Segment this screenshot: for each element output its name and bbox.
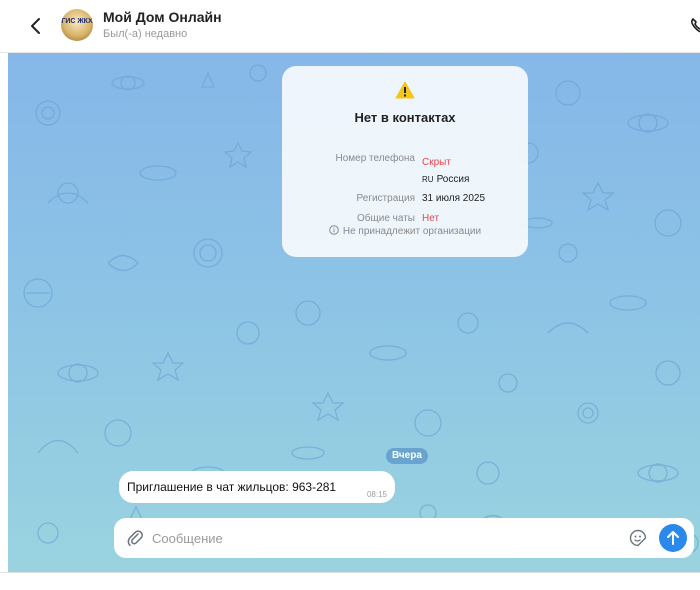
sticker-button[interactable]	[629, 529, 647, 547]
country-value: RU Россия	[422, 174, 469, 185]
chevron-left-icon	[31, 18, 40, 34]
message-time: 08:15	[366, 490, 387, 499]
common-chats-label: Общие чаты	[357, 213, 415, 224]
contact-info-card: Нет в контактах Номер телефона Скрыт RU Р…	[282, 66, 528, 257]
flag-ru-icon: RU	[422, 175, 434, 184]
phone-label: Номер телефона	[335, 153, 415, 164]
chat-title[interactable]: Мой Дом Онлайн	[103, 9, 222, 25]
registration-label: Регистрация	[356, 193, 415, 204]
send-button[interactable]	[659, 524, 687, 552]
registration-value: 31 июля 2025	[422, 193, 486, 204]
message-text: Приглашение в чат жильцов: 963-281	[127, 480, 337, 494]
message-composer	[114, 518, 694, 558]
chat-area[interactable]: Нет в контактах Номер телефона Скрыт RU Р…	[8, 53, 700, 572]
bottom-edge	[0, 572, 700, 590]
phone-icon	[691, 18, 700, 33]
org-note-text: Не принадлежит организации	[342, 226, 482, 237]
info-icon	[329, 225, 339, 235]
chat-status: Был(-а) недавно	[103, 28, 188, 40]
chat-header: ГИС ЖКХ Мой Дом Онлайн Был(-а) недавно	[0, 0, 700, 53]
avatar[interactable]: ГИС ЖКХ	[61, 9, 93, 41]
org-note: Не принадлежит организации	[282, 225, 528, 237]
left-panel-edge	[0, 53, 8, 572]
attach-button[interactable]	[127, 529, 143, 547]
common-chats-value: Нет	[422, 213, 440, 224]
avatar-text: ГИС ЖКХ	[61, 18, 93, 25]
back-button[interactable]	[24, 14, 48, 38]
paperclip-icon	[127, 530, 143, 547]
sticker-smile-icon	[629, 529, 647, 547]
arrow-up-icon	[667, 531, 679, 545]
date-divider: Вчера	[386, 448, 428, 464]
country-text: Россия	[436, 174, 470, 185]
phone-value: Скрыт	[422, 157, 451, 168]
contact-card-title: Нет в контактах	[354, 110, 456, 125]
warning-icon	[395, 81, 415, 99]
message-input[interactable]	[152, 528, 622, 548]
call-button[interactable]	[688, 16, 700, 36]
message-bubble[interactable]: Приглашение в чат жильцов: 963-281 08:15	[119, 471, 395, 503]
